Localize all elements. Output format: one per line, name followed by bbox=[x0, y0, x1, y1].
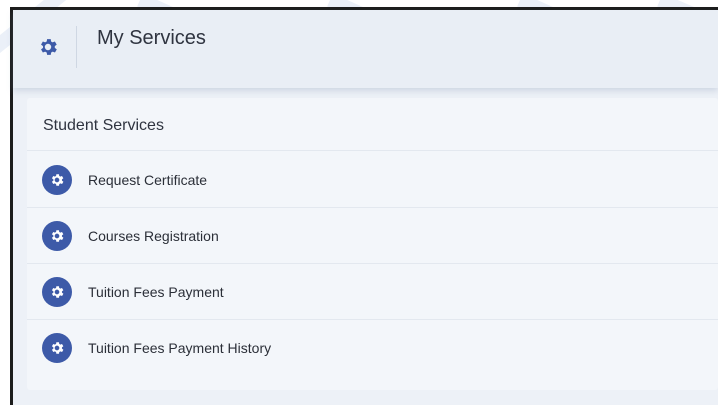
header-divider bbox=[76, 26, 77, 68]
student-services-card: Student Services Request Certificate Cou… bbox=[27, 98, 718, 390]
service-item-label[interactable]: Request Certificate bbox=[88, 172, 207, 188]
service-item-label[interactable]: Courses Registration bbox=[88, 228, 219, 244]
gear-icon bbox=[42, 221, 72, 251]
service-item-tuition-fees-payment[interactable]: Tuition Fees Payment bbox=[27, 263, 718, 319]
section-title: Student Services bbox=[43, 117, 164, 134]
service-item-label[interactable]: Tuition Fees Payment History bbox=[88, 340, 271, 356]
page-title: My Services bbox=[97, 27, 206, 49]
service-item-courses-registration[interactable]: Courses Registration bbox=[27, 207, 718, 263]
page-header: My Services bbox=[13, 10, 718, 88]
services-window: My Services Student Services Request Cer… bbox=[10, 7, 718, 405]
services-list: Request Certificate Courses Registration… bbox=[27, 151, 718, 375]
window-edge-fragment bbox=[0, 0, 10, 7]
gear-icon bbox=[42, 333, 72, 363]
service-item-request-certificate[interactable]: Request Certificate bbox=[27, 151, 718, 207]
service-item-label[interactable]: Tuition Fees Payment bbox=[88, 284, 224, 300]
gear-icon bbox=[42, 165, 72, 195]
gear-icon bbox=[37, 36, 59, 58]
gear-icon bbox=[42, 277, 72, 307]
service-item-tuition-fees-payment-history[interactable]: Tuition Fees Payment History bbox=[27, 319, 718, 375]
